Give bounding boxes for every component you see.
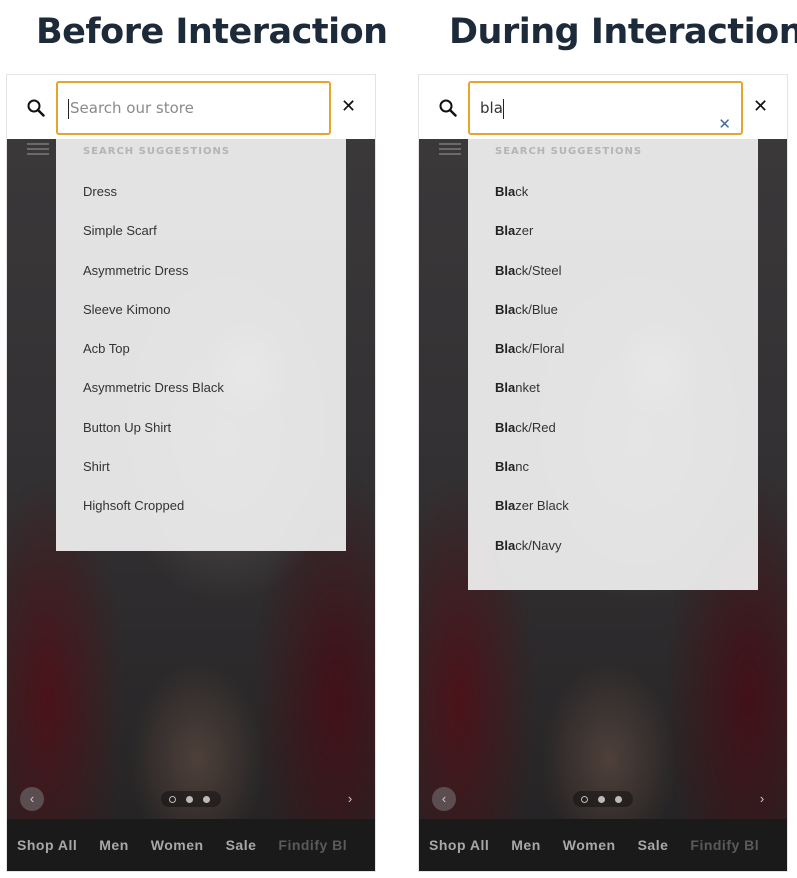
search-input[interactable]: Search our store [56, 81, 331, 135]
close-icon[interactable]: ✕ [341, 96, 356, 117]
suggestion-item[interactable]: Dress [56, 184, 346, 224]
carousel-dot[interactable] [203, 796, 210, 803]
chevron-left-icon[interactable]: ‹ [432, 787, 456, 811]
carousel-dot[interactable] [615, 796, 622, 803]
search-bar: Search our store ✕ [7, 75, 375, 139]
suggestions-title: SEARCH SUGGESTIONS [83, 146, 231, 157]
nav-findify[interactable]: Findify Bl [278, 819, 347, 871]
suggestion-item[interactable]: Shirt [56, 460, 346, 499]
suggestion-item[interactable]: Blanc [468, 460, 758, 499]
suggestion-item[interactable]: Highsoft Cropped [56, 499, 346, 538]
suggestion-item[interactable]: Simple Scarf [56, 224, 346, 263]
heading-before: Before Interaction [36, 12, 388, 52]
nav-shop-all[interactable]: Shop All [17, 819, 77, 871]
suggestion-item[interactable]: Black/Steel [468, 263, 758, 303]
chevron-left-icon[interactable]: ‹ [20, 787, 44, 811]
nav-women[interactable]: Women [151, 819, 204, 871]
search-placeholder: Search our store [70, 99, 194, 117]
suggestions-title: SEARCH SUGGESTIONS [495, 146, 643, 157]
menu-icon[interactable] [27, 143, 49, 155]
search-icon[interactable] [439, 99, 457, 117]
nav-shop-all[interactable]: Shop All [429, 819, 489, 871]
chevron-right-icon[interactable]: › [338, 787, 362, 811]
suggestion-item[interactable]: Asymmetric Dress [56, 263, 346, 303]
carousel-dots [161, 791, 221, 807]
chevron-right-icon[interactable]: › [750, 787, 774, 811]
nav-men[interactable]: Men [99, 819, 129, 871]
search-value: bla [480, 99, 503, 117]
suggestions-dropdown: SEARCH SUGGESTIONS Black Blazer Black/St… [468, 139, 758, 590]
nav-men[interactable]: Men [511, 819, 541, 871]
heading-during: During Interaction [449, 12, 797, 52]
suggestion-item[interactable]: Black/Navy [468, 538, 758, 578]
suggestion-item[interactable]: Sleeve Kimono [56, 302, 346, 342]
nav-sale[interactable]: Sale [226, 819, 257, 871]
bottom-nav: Shop All Men Women Sale Findify Bl [7, 819, 375, 871]
suggestion-item[interactable]: Button Up Shirt [56, 420, 346, 460]
nav-women[interactable]: Women [563, 819, 616, 871]
nav-findify[interactable]: Findify Bl [690, 819, 759, 871]
search-bar: bla ✕ ✕ [419, 75, 787, 139]
suggestion-item[interactable]: Blazer Black [468, 499, 758, 538]
suggestion-item[interactable]: Black [468, 185, 758, 224]
nav-sale[interactable]: Sale [638, 819, 669, 871]
suggestion-item[interactable]: Blazer [468, 224, 758, 263]
suggestion-item[interactable]: Asymmetric Dress Black [56, 381, 346, 420]
menu-icon[interactable] [439, 143, 461, 155]
carousel-dot[interactable] [598, 796, 605, 803]
carousel-dot[interactable] [186, 796, 193, 803]
suggestion-item[interactable]: Acb Top [56, 342, 346, 381]
search-icon[interactable] [27, 99, 45, 117]
carousel-dots [573, 791, 633, 807]
bottom-nav: Shop All Men Women Sale Findify Bl [419, 819, 787, 871]
search-input[interactable]: bla ✕ [468, 81, 743, 135]
carousel-dot[interactable] [169, 796, 176, 803]
suggestion-item[interactable]: Black/Blue [468, 302, 758, 342]
phone-screen-before: Search our store ✕ SEARCH SUGGESTIONS Dr… [6, 74, 376, 872]
suggestion-item[interactable]: Black/Floral [468, 342, 758, 381]
carousel-dot[interactable] [581, 796, 588, 803]
suggestions-dropdown: SEARCH SUGGESTIONS Dress Simple Scarf As… [56, 139, 346, 551]
close-icon[interactable]: ✕ [753, 96, 768, 117]
suggestion-item[interactable]: Blanket [468, 381, 758, 420]
phone-screen-during: bla ✕ ✕ SEARCH SUGGESTIONS Black Blazer … [418, 74, 788, 872]
suggestion-item[interactable]: Black/Red [468, 420, 758, 460]
